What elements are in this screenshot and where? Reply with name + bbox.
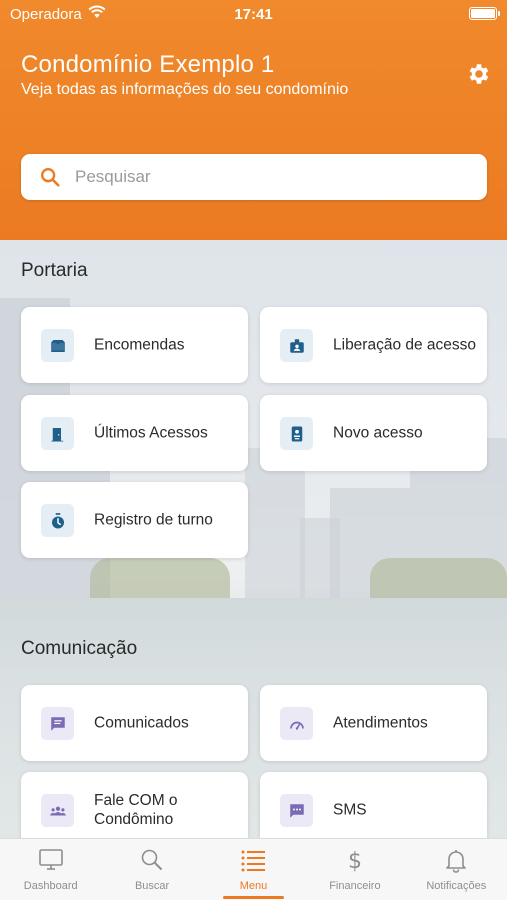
status-bar: Operadora 17:41 [0,0,507,28]
card-encomendas[interactable]: Encomendas [21,307,248,383]
tab-dashboard[interactable]: Dashboard [0,839,101,900]
card-ultimos-acessos[interactable]: Últimos Acessos [21,395,248,471]
card-liberacao-acesso[interactable]: Liberação de acesso [260,307,487,383]
tab-label: Buscar [134,880,170,892]
card-registro-turno[interactable]: Registro de turno [21,482,248,558]
section-title-comunicacao: Comunicação [21,638,138,659]
tab-notificacoes[interactable]: Notificações [406,839,507,900]
card-label: Fale COM o Condômino [94,792,178,828]
search-icon [41,168,60,187]
tab-label: Menu [239,880,268,892]
id-badge-icon [280,329,313,362]
card-label: Encomendas [94,336,185,354]
tab-buscar[interactable]: Buscar [101,839,202,900]
page-subtitle: Veja todas as informações do seu condomí… [21,81,349,98]
dollar-icon: $ [348,849,362,873]
search-icon [141,849,163,870]
tab-label: Financeiro [329,880,381,892]
gear-icon[interactable] [465,61,491,87]
battery-icon [469,7,500,20]
tab-label: Dashboard [23,880,78,892]
search-box[interactable] [21,154,487,200]
bell-icon [446,850,467,873]
tab-financeiro[interactable]: $ Financeiro [304,839,405,900]
section-title-portaria: Portaria [21,260,88,281]
card-label: Novo acesso [333,424,423,442]
header: Operadora 17:41 Condomínio Exemplo 1 Vej… [0,0,507,240]
card-comunicados[interactable]: Comunicados [21,685,248,761]
card-novo-acesso[interactable]: Novo acesso [260,395,487,471]
support-gauge-icon [280,707,313,740]
card-label: Comunicados [94,714,189,732]
card-fale-com-condomino[interactable]: Fale COM o Condômino [21,772,248,848]
svg-text:$: $ [348,849,362,873]
card-label: Registro de turno [94,511,213,529]
card-sms[interactable]: SMS [260,772,487,848]
tab-menu[interactable]: Menu [203,839,304,900]
menu-list-icon [241,850,266,872]
card-label: Liberação de acesso [333,336,477,354]
sms-icon [280,794,313,827]
status-time: 17:41 [234,6,273,23]
card-label: Últimos Acessos [94,424,208,442]
door-icon [41,417,74,450]
package-icon [41,329,74,362]
active-tab-indicator [222,896,285,899]
tab-bar: Dashboard Buscar Menu $ Financeiro Notif… [0,838,507,900]
search-input[interactable] [75,154,475,200]
stopwatch-icon [41,504,74,537]
tab-label: Notificações [426,880,487,892]
page-title: Condomínio Exemplo 1 [21,51,275,78]
card-atendimentos[interactable]: Atendimentos [260,685,487,761]
group-icon [41,794,74,827]
card-label: SMS [333,801,367,819]
contact-card-icon [280,417,313,450]
card-label: Atendimentos [333,714,428,732]
message-icon [41,707,74,740]
monitor-icon [38,849,63,870]
